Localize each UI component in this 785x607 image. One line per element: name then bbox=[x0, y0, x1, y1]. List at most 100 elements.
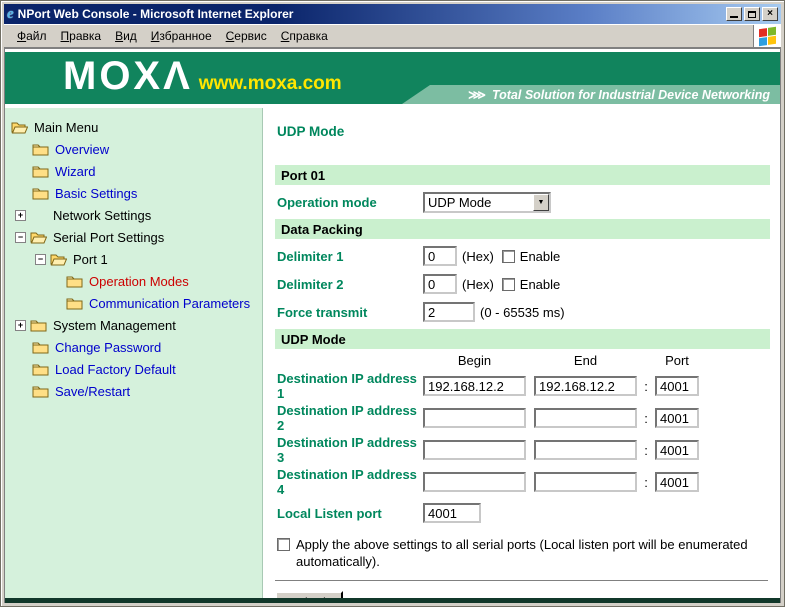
minimize-icon bbox=[730, 16, 738, 18]
delimiter1-hex-label: (Hex) bbox=[462, 249, 494, 264]
dest-ip-label-4: Destination IP address 4 bbox=[275, 467, 423, 497]
menu-item-4[interactable]: Сервис bbox=[219, 26, 274, 46]
sidebar-item-label: Save/Restart bbox=[55, 384, 130, 399]
triple-chevron-icon: ⋙ bbox=[468, 88, 486, 102]
column-header-port: Port bbox=[655, 353, 699, 368]
sidebar-item-basic-settings[interactable]: Basic Settings bbox=[5, 182, 262, 204]
operation-mode-select[interactable]: UDP Mode ▼ bbox=[423, 192, 551, 213]
title-bar: e NPort Web Console - Microsoft Internet… bbox=[4, 4, 781, 24]
dest-begin-input-2[interactable] bbox=[423, 408, 526, 428]
windows-logo-icon bbox=[759, 26, 776, 45]
sidebar-item-main-menu[interactable]: Main Menu bbox=[5, 116, 262, 138]
moxa-url[interactable]: www.moxa.com bbox=[199, 73, 342, 95]
moxa-banner: ⋙Total Solution for Industrial Device Ne… bbox=[5, 52, 780, 104]
delimiter1-input[interactable] bbox=[423, 246, 457, 266]
internet-explorer-icon: e bbox=[7, 7, 14, 21]
sidebar-item-network-settings[interactable]: +Network Settings bbox=[5, 204, 262, 226]
apply-all-label: Apply the above settings to all serial p… bbox=[296, 536, 757, 570]
sidebar-item-label: Wizard bbox=[55, 164, 95, 179]
dest-port-input-4[interactable] bbox=[655, 472, 699, 492]
browser-viewport: ⋙Total Solution for Industrial Device Ne… bbox=[4, 48, 781, 603]
expand-plus-icon[interactable]: + bbox=[15, 210, 26, 221]
dest-begin-input-3[interactable] bbox=[423, 440, 526, 460]
dest-end-input-4[interactable] bbox=[534, 472, 637, 492]
colon-separator: : bbox=[637, 379, 655, 394]
sidebar-item-port-1[interactable]: −Port 1 bbox=[5, 248, 262, 270]
menu-item-5[interactable]: Справка bbox=[274, 26, 335, 46]
dest-port-input-3[interactable] bbox=[655, 440, 699, 460]
submit-button[interactable]: Submit bbox=[275, 591, 343, 598]
local-listen-input[interactable] bbox=[423, 503, 481, 523]
force-transmit-input[interactable] bbox=[423, 302, 475, 322]
moxa-logo: MOXΛ www.moxa.com bbox=[63, 54, 342, 98]
local-listen-label: Local Listen port bbox=[275, 506, 423, 521]
local-listen-row: Local Listen port bbox=[275, 502, 770, 524]
dest-begin-input-1[interactable] bbox=[423, 376, 526, 396]
apply-all-row: Apply the above settings to all serial p… bbox=[275, 536, 757, 570]
section-header-data-packing: Data Packing bbox=[275, 219, 770, 239]
delimiter2-label: Delimiter 2 bbox=[275, 277, 423, 292]
dest-port-input-2[interactable] bbox=[655, 408, 699, 428]
folder-icon bbox=[32, 362, 49, 376]
folder-icon bbox=[32, 340, 49, 354]
expand-plus-icon[interactable]: + bbox=[15, 320, 26, 331]
delimiter1-enable-checkbox[interactable] bbox=[502, 250, 515, 263]
operation-mode-value: UDP Mode bbox=[425, 195, 533, 210]
sidebar-item-label: Load Factory Default bbox=[55, 362, 176, 377]
dest-end-input-1[interactable] bbox=[534, 376, 637, 396]
delimiter2-enable-checkbox[interactable] bbox=[502, 278, 515, 291]
folder-icon bbox=[66, 296, 83, 310]
dest-table-header: Begin End Port bbox=[275, 353, 770, 368]
maximize-button[interactable] bbox=[744, 7, 760, 21]
windows-logo-box bbox=[753, 25, 781, 47]
sidebar-item-communication-parameters[interactable]: Communication Parameters bbox=[5, 292, 262, 314]
close-button[interactable]: × bbox=[762, 7, 778, 21]
apply-all-checkbox[interactable] bbox=[277, 538, 290, 551]
dest-end-input-2[interactable] bbox=[534, 408, 637, 428]
sidebar-item-operation-modes[interactable]: Operation Modes bbox=[5, 270, 262, 292]
sidebar-item-label: Change Password bbox=[55, 340, 161, 355]
dest-ip-label-1: Destination IP address 1 bbox=[275, 371, 423, 401]
sidebar-item-load-factory-default[interactable]: Load Factory Default bbox=[5, 358, 262, 380]
maximize-icon bbox=[748, 11, 756, 18]
divider bbox=[275, 580, 768, 581]
force-transmit-range: (0 - 65535 ms) bbox=[480, 305, 565, 320]
menu-item-0[interactable]: Файл bbox=[10, 26, 54, 46]
force-transmit-row: Force transmit (0 - 65535 ms) bbox=[275, 301, 770, 323]
minimize-button[interactable] bbox=[726, 7, 742, 21]
delimiter2-input[interactable] bbox=[423, 274, 457, 294]
sidebar-item-system-management[interactable]: +System Management bbox=[5, 314, 262, 336]
dest-end-input-3[interactable] bbox=[534, 440, 637, 460]
sidebar-item-serial-port-settings[interactable]: −Serial Port Settings bbox=[5, 226, 262, 248]
chevron-down-icon[interactable]: ▼ bbox=[533, 194, 549, 211]
column-header-end: End bbox=[534, 353, 637, 368]
colon-separator: : bbox=[637, 475, 655, 490]
menu-item-2[interactable]: Вид bbox=[108, 26, 144, 46]
page-title: UDP Mode bbox=[277, 124, 770, 139]
dest-begin-input-4[interactable] bbox=[423, 472, 526, 492]
collapse-minus-icon[interactable]: − bbox=[15, 232, 26, 243]
folder-icon bbox=[32, 186, 49, 200]
sidebar-item-overview[interactable]: Overview bbox=[5, 138, 262, 160]
sidebar-item-label: Basic Settings bbox=[55, 186, 137, 201]
folder-icon bbox=[30, 318, 47, 332]
delimiter2-enable-label: Enable bbox=[520, 277, 560, 292]
main-content: UDP Mode Port 01 Operation mode UDP Mode… bbox=[263, 108, 780, 598]
sidebar-item-change-password[interactable]: Change Password bbox=[5, 336, 262, 358]
window-title: NPort Web Console - Microsoft Internet E… bbox=[18, 7, 726, 21]
sidebar-item-wizard[interactable]: Wizard bbox=[5, 160, 262, 182]
menu-item-1[interactable]: Правка bbox=[54, 26, 109, 46]
menu-item-3[interactable]: Избранное bbox=[144, 26, 219, 46]
collapse-minus-icon[interactable]: − bbox=[35, 254, 46, 265]
dest-rows: Destination IP address 1: Destination IP … bbox=[275, 370, 770, 498]
browser-window: e NPort Web Console - Microsoft Internet… bbox=[0, 0, 785, 607]
colon-separator: : bbox=[637, 411, 655, 426]
folder-icon bbox=[66, 274, 83, 288]
sidebar-item-save-restart[interactable]: Save/Restart bbox=[5, 380, 262, 402]
page-bottom-band bbox=[5, 598, 780, 603]
folder-icon bbox=[32, 142, 49, 156]
menu-bar: ФайлПравкаВидИзбранноеСервисСправка bbox=[4, 24, 781, 48]
dest-port-input-1[interactable] bbox=[655, 376, 699, 396]
sidebar-item-label: Overview bbox=[55, 142, 109, 157]
banner-tagline: ⋙Total Solution for Industrial Device Ne… bbox=[468, 87, 770, 102]
